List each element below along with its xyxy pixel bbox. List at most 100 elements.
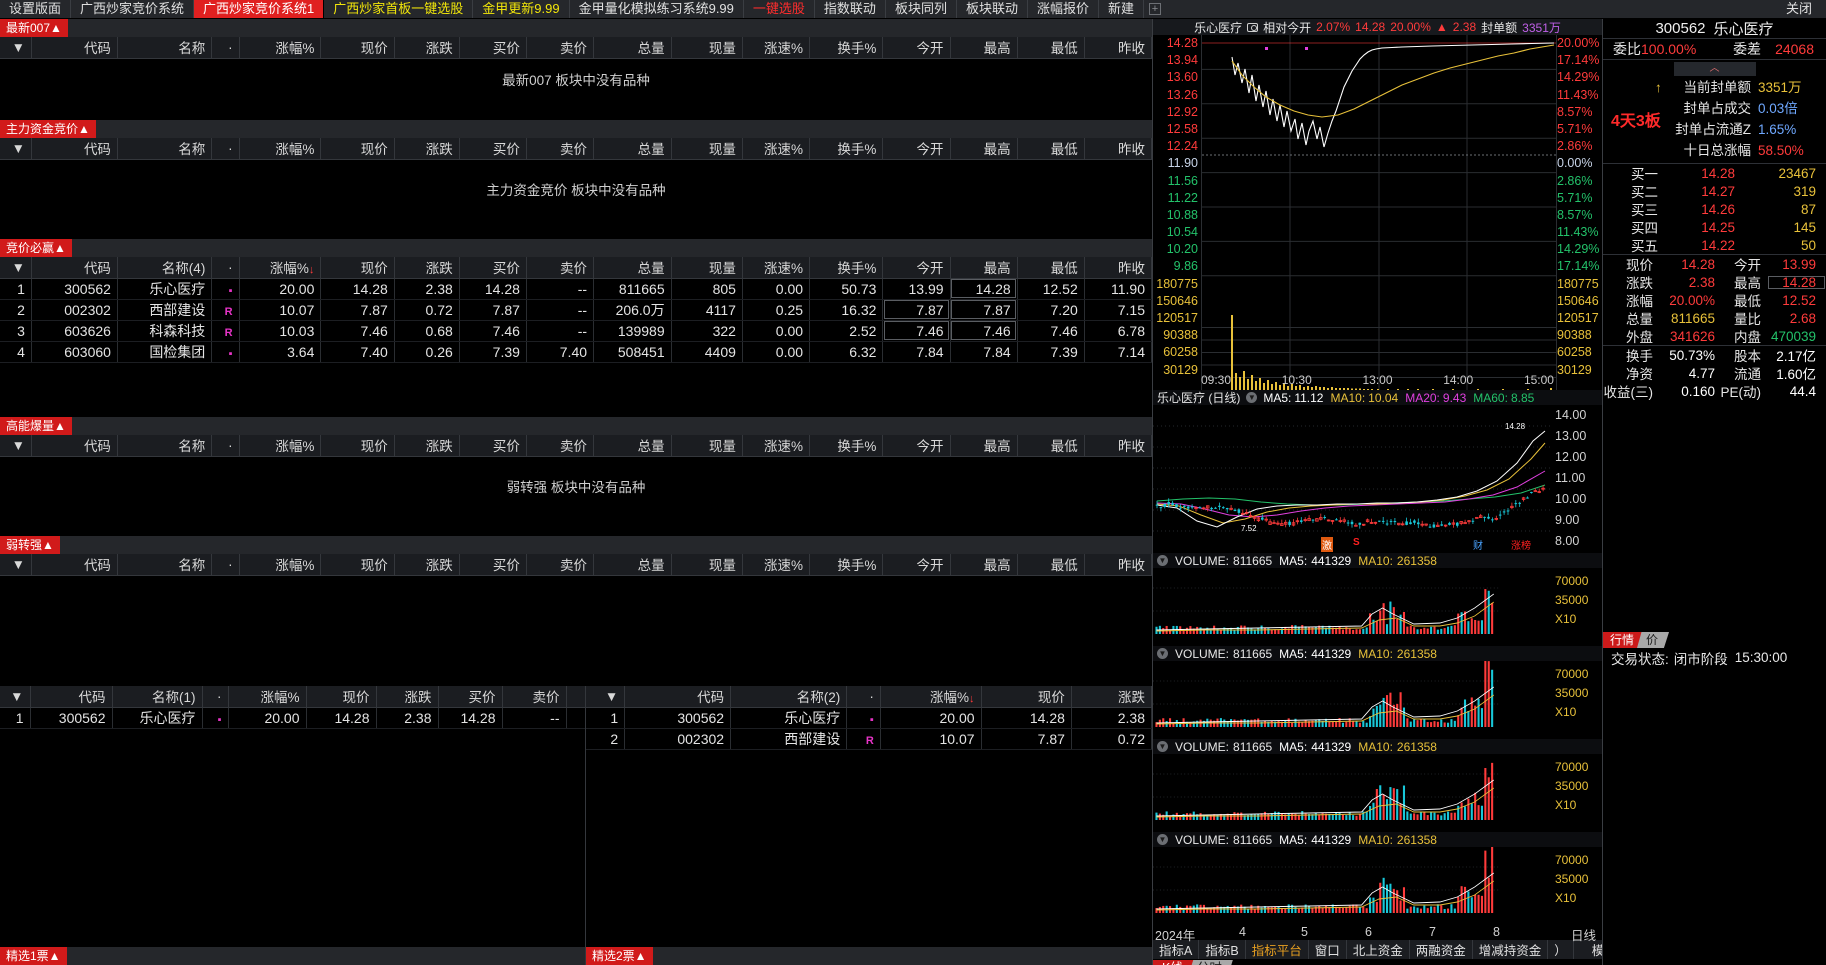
col-header-name[interactable]: 名称 — [117, 554, 213, 576]
bottom_left-col-5[interactable]: 涨跌 — [376, 686, 439, 708]
indicator-button-2[interactable]: 指标平台 — [1246, 940, 1309, 959]
col-header-5[interactable]: 涨跌 — [394, 138, 460, 160]
indicator-button-5[interactable]: 两融资金 — [1410, 940, 1473, 959]
col-header-14[interactable]: 最低 — [1017, 138, 1085, 160]
col-header-13[interactable]: 最高 — [950, 435, 1018, 457]
col-header-11[interactable]: 换手% — [809, 554, 884, 576]
col-header-3[interactable]: 涨幅% — [239, 138, 322, 160]
panel-tag-3[interactable]: 高能爆量▲ — [0, 417, 72, 435]
col-header-15[interactable]: 昨收 — [1084, 435, 1153, 457]
chevron-down-icon[interactable]: ▼ — [1246, 392, 1258, 403]
bottom_right-col-1[interactable]: 名称(2) — [730, 686, 848, 708]
volume-panel-2[interactable]: 70000 35000 X10 — [1153, 754, 1602, 832]
col-header-3[interactable]: 涨幅% — [239, 554, 322, 576]
col-header-13[interactable]: 最高 — [950, 37, 1018, 59]
bottom_right-sort-toggle[interactable]: ▼ — [586, 686, 626, 708]
toolbar-item-9[interactable]: 板块联动 — [957, 0, 1028, 18]
col-header-name[interactable]: 名称 — [117, 138, 213, 160]
stock-table-3[interactable]: ▼ 代码 名称 · 涨幅% 现价 涨跌 买价 卖价 总量 现量 涨速% 换手% 今开 最高 最低 昨收 — [0, 435, 1153, 457]
close-button[interactable]: 关闭 — [1777, 0, 1826, 18]
col-header-14[interactable]: 最低 — [1017, 554, 1085, 576]
col-header-4[interactable]: 现价 — [320, 257, 395, 279]
indicator-button-3[interactable]: 窗口 — [1309, 940, 1347, 959]
intraday-plot[interactable] — [1201, 35, 1557, 315]
col-header-3[interactable]: 涨幅%↓ — [239, 257, 322, 279]
chart-tab-intraday[interactable]: 分时 — [1187, 960, 1233, 965]
col-header-name[interactable]: 名称 — [117, 435, 213, 457]
volume-panel-0[interactable]: 70000 35000 X10 — [1153, 568, 1602, 646]
col-header-15[interactable]: 昨收 — [1084, 138, 1153, 160]
chevron-down-icon[interactable]: ▼ — [1157, 834, 1168, 845]
bottom_left-col-7[interactable]: 卖价 — [502, 686, 567, 708]
col-header-flag[interactable]: · — [211, 554, 240, 576]
stock-table-4[interactable]: ▼ 代码 名称 · 涨幅% 现价 涨跌 买价 卖价 总量 现量 涨速% 换手% 今开 最高 最低 昨收 — [0, 554, 1153, 576]
bottom_left-tag[interactable]: 精选1票▲ — [0, 947, 67, 965]
quote-tab-1[interactable]: 价 — [1637, 632, 1670, 648]
bottom_left-col-1[interactable]: 名称(1) — [112, 686, 203, 708]
col-header-9[interactable]: 现量 — [671, 37, 743, 59]
marker-cai[interactable]: 财 — [1473, 537, 1483, 552]
col-header-7[interactable]: 卖价 — [526, 37, 595, 59]
col-header-flag[interactable]: · — [211, 257, 240, 279]
bottom_left-sort-toggle[interactable]: ▼ — [0, 686, 31, 708]
toolbar-item-3[interactable]: 广西炒家首板一键选股 — [324, 0, 474, 18]
table-row[interactable]: 4 603060 国检集团 ▪ 3.64 7.40 0.26 7.39 7.40 508451 44… — [0, 341, 1153, 363]
col-header-4[interactable]: 现价 — [320, 554, 395, 576]
bottom_left-col-4[interactable]: 现价 — [306, 686, 377, 708]
sort-toggle-1[interactable]: ▼ — [0, 138, 32, 160]
col-header-flag[interactable]: · — [211, 37, 240, 59]
col-header-10[interactable]: 涨速% — [742, 37, 811, 59]
col-header-11[interactable]: 换手% — [809, 435, 884, 457]
col-header-0[interactable]: 代码 — [31, 138, 118, 160]
col-header-12[interactable]: 今开 — [882, 138, 951, 160]
volume-panel-3[interactable]: 70000 35000 X10 — [1153, 847, 1602, 925]
bottom_right-col-3[interactable]: 涨幅%↓ — [880, 686, 982, 708]
camera-icon[interactable] — [1247, 22, 1259, 32]
stock-table-0[interactable]: ▼ 代码 名称 · 涨幅% 现价 涨跌 买价 卖价 总量 现量 涨速% 换手% 今开 最高 最低 昨收 — [0, 37, 1153, 59]
table-row[interactable]: 1300562乐心医疗▪20.0014.282.3814.28--811665 — [0, 707, 641, 729]
col-header-8[interactable]: 总量 — [593, 138, 672, 160]
col-header-8[interactable]: 总量 — [593, 435, 672, 457]
col-header-9[interactable]: 现量 — [671, 138, 743, 160]
bottom_left-col-6[interactable]: 买价 — [438, 686, 503, 708]
col-header-12[interactable]: 今开 — [882, 435, 951, 457]
toolbar-item-11[interactable]: 新建 — [1099, 0, 1144, 18]
stock-table-2[interactable]: ▼ 代码 名称(4) · 涨幅%↓ 现价 涨跌 买价 卖价 总量 现量 涨速% 换手% 今开 最高 最低 昨收 1… — [0, 257, 1153, 363]
toolbar-item-4[interactable]: 金甲更新9.99 — [473, 0, 570, 18]
sort-toggle-3[interactable]: ▼ — [0, 435, 32, 457]
col-header-6[interactable]: 买价 — [459, 554, 527, 576]
chevron-down-icon[interactable]: ▼ — [1157, 741, 1168, 752]
col-header-name[interactable]: 名称(4) — [117, 257, 213, 279]
col-header-12[interactable]: 今开 — [882, 554, 951, 576]
col-header-4[interactable]: 现价 — [320, 138, 395, 160]
table-row[interactable]: 2 002302 西部建设 R 10.07 7.87 0.72 7.87 -- 206.0万 411… — [0, 299, 1153, 321]
toolbar-item-7[interactable]: 指数联动 — [815, 0, 886, 18]
col-header-4[interactable]: 现价 — [320, 435, 395, 457]
col-header-0[interactable]: 代码 — [31, 435, 118, 457]
bottom_right-table[interactable]: ▼ 代码 名称(2) · 涨幅%↓ 现价 涨跌 1 300562 乐心医疗 ▪ 20.00 14.28 2… — [586, 686, 1153, 750]
kline-plot[interactable]: 14.28 7.52 — [1153, 405, 1551, 553]
chart-tab-kline[interactable]: K线 — [1153, 960, 1194, 965]
col-header-flag[interactable]: · — [211, 138, 240, 160]
chevron-up-icon[interactable]: ︿ — [1673, 61, 1756, 76]
col-header-5[interactable]: 涨跌 — [394, 435, 460, 457]
col-header-15[interactable]: 昨收 — [1084, 37, 1153, 59]
col-header-11[interactable]: 换手% — [809, 257, 884, 279]
toolbar-item-5[interactable]: 金甲量化模拟练习系统9.99 — [570, 0, 744, 18]
intraday-chart[interactable]: 14.28 13.94 13.60 13.26 12.92 12.58 12.24 11.90… — [1153, 35, 1602, 390]
col-header-5[interactable]: 涨跌 — [394, 554, 460, 576]
col-header-11[interactable]: 换手% — [809, 37, 884, 59]
col-header-13[interactable]: 最高 — [950, 257, 1018, 279]
toolbar-item-1[interactable]: 广西炒家竞价系统 — [71, 0, 195, 18]
col-header-5[interactable]: 涨跌 — [394, 257, 460, 279]
col-header-6[interactable]: 买价 — [459, 37, 527, 59]
table-row[interactable]: 3 603626 科森科技 R 10.03 7.46 0.68 7.46 -- 139989 322… — [0, 320, 1153, 342]
col-header-9[interactable]: 现量 — [671, 435, 743, 457]
bottom_right-col-4[interactable]: 现价 — [981, 686, 1072, 708]
new-layout-button[interactable]: + — [1144, 0, 1166, 18]
bottom_left-table[interactable]: ▼代码名称(1)·涨幅%现价涨跌买价卖价总量1300562乐心医疗▪20.001… — [0, 686, 641, 729]
col-header-0[interactable]: 代码 — [31, 37, 118, 59]
bottom_left-col-3[interactable]: 涨幅% — [228, 686, 307, 708]
col-header-6[interactable]: 买价 — [459, 257, 527, 279]
bottom_right-tag[interactable]: 精选2票▲ — [586, 947, 653, 965]
